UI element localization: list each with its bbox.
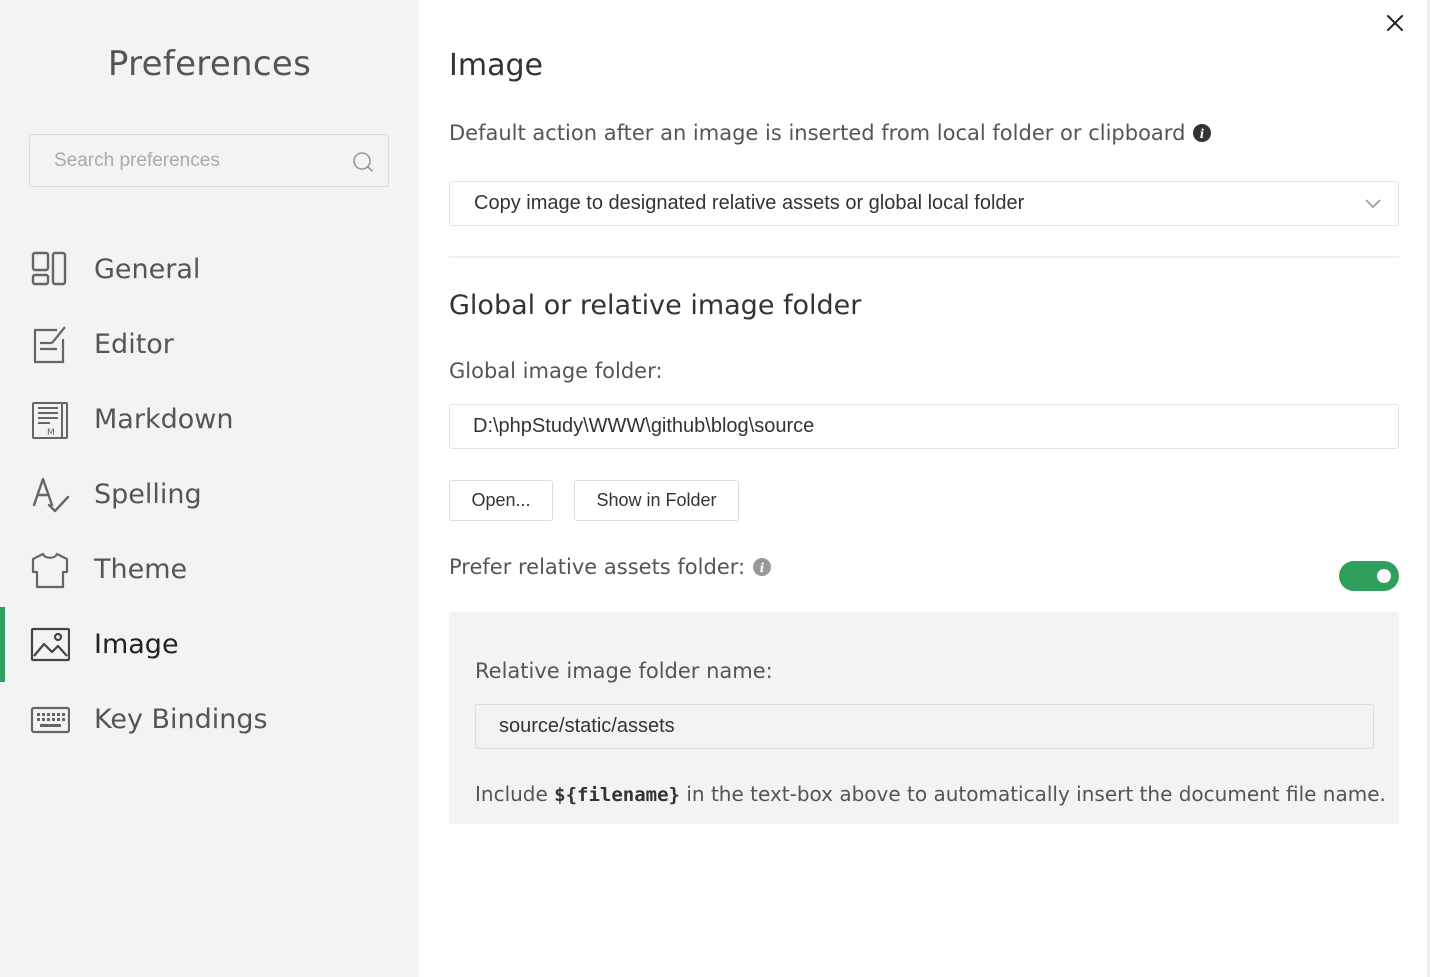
chevron-down-icon [1365, 199, 1381, 209]
search-box[interactable] [29, 134, 389, 187]
hint-prefix: Include [475, 782, 548, 806]
search-input[interactable] [30, 135, 340, 186]
hint-code: ${filename} [554, 784, 681, 806]
prefer-relative-label: Prefer relative assets folder: [449, 555, 746, 579]
prefer-relative-toggle[interactable] [1339, 561, 1399, 591]
global-folder-input[interactable] [449, 404, 1399, 449]
default-action-label: Default action after an image is inserte… [449, 121, 1186, 145]
keyboard-icon [30, 706, 70, 734]
search-icon[interactable] [352, 151, 374, 173]
sidebar-item-markdown[interactable]: M Markdown [0, 382, 419, 457]
toggle-knob [1377, 569, 1391, 583]
image-icon [30, 627, 70, 662]
select-value: Copy image to designated relative assets… [474, 192, 1025, 214]
sidebar-item-label: Key Bindings [94, 704, 268, 735]
info-icon[interactable]: i [1193, 124, 1212, 142]
global-folder-label: Global image folder: [449, 359, 663, 383]
sidebar-item-label: Spelling [94, 479, 202, 510]
sidebar-item-spelling[interactable]: Spelling [0, 457, 419, 532]
sidebar-item-key-bindings[interactable]: Key Bindings [0, 682, 419, 757]
relative-folder-panel: Relative image folder name: Include ${fi… [449, 612, 1399, 824]
svg-text:M: M [47, 428, 55, 438]
active-indicator [0, 607, 5, 682]
sidebar-item-label: Theme [94, 554, 188, 585]
svg-text:i: i [760, 561, 765, 575]
sidebar-item-general[interactable]: General [0, 232, 419, 307]
divider [449, 256, 1399, 258]
sidebar-item-label: Editor [94, 329, 174, 360]
general-icon [31, 251, 67, 286]
close-icon[interactable] [1382, 10, 1408, 36]
main-panel [419, 0, 1430, 977]
markdown-icon: M [32, 402, 68, 439]
relative-folder-input[interactable] [475, 704, 1374, 749]
open-button[interactable]: Open... [449, 480, 553, 521]
default-action-select[interactable]: Copy image to designated relative assets… [449, 181, 1399, 226]
svg-text:i: i [1200, 127, 1205, 141]
show-in-folder-button[interactable]: Show in Folder [574, 480, 739, 521]
default-action-label-row: Default action after an image is inserte… [449, 121, 1212, 145]
sidebar-item-image[interactable]: Image [0, 607, 419, 682]
sidebar-title: Preferences [107, 44, 312, 84]
sidebar-item-label: Markdown [94, 404, 234, 435]
relative-folder-label: Relative image folder name: [475, 659, 773, 683]
sidebar-item-label: General [94, 254, 201, 285]
folder-section-title: Global or relative image folder [449, 290, 862, 321]
filename-hint: Include ${filename} in the text-box abov… [475, 782, 1386, 806]
editor-icon [33, 326, 66, 364]
page-title: Image [449, 48, 543, 83]
sidebar-item-theme[interactable]: Theme [0, 532, 419, 607]
spelling-icon [32, 477, 70, 513]
prefer-relative-label-row: Prefer relative assets folder: i [449, 555, 772, 579]
sidebar-item-label: Image [94, 629, 179, 660]
theme-icon [31, 552, 69, 589]
hint-suffix: in the text-box above to automatically i… [686, 782, 1386, 806]
sidebar: Preferences General Editor [0, 0, 419, 977]
sidebar-item-editor[interactable]: Editor [0, 307, 419, 382]
info-icon[interactable]: i [753, 558, 772, 576]
